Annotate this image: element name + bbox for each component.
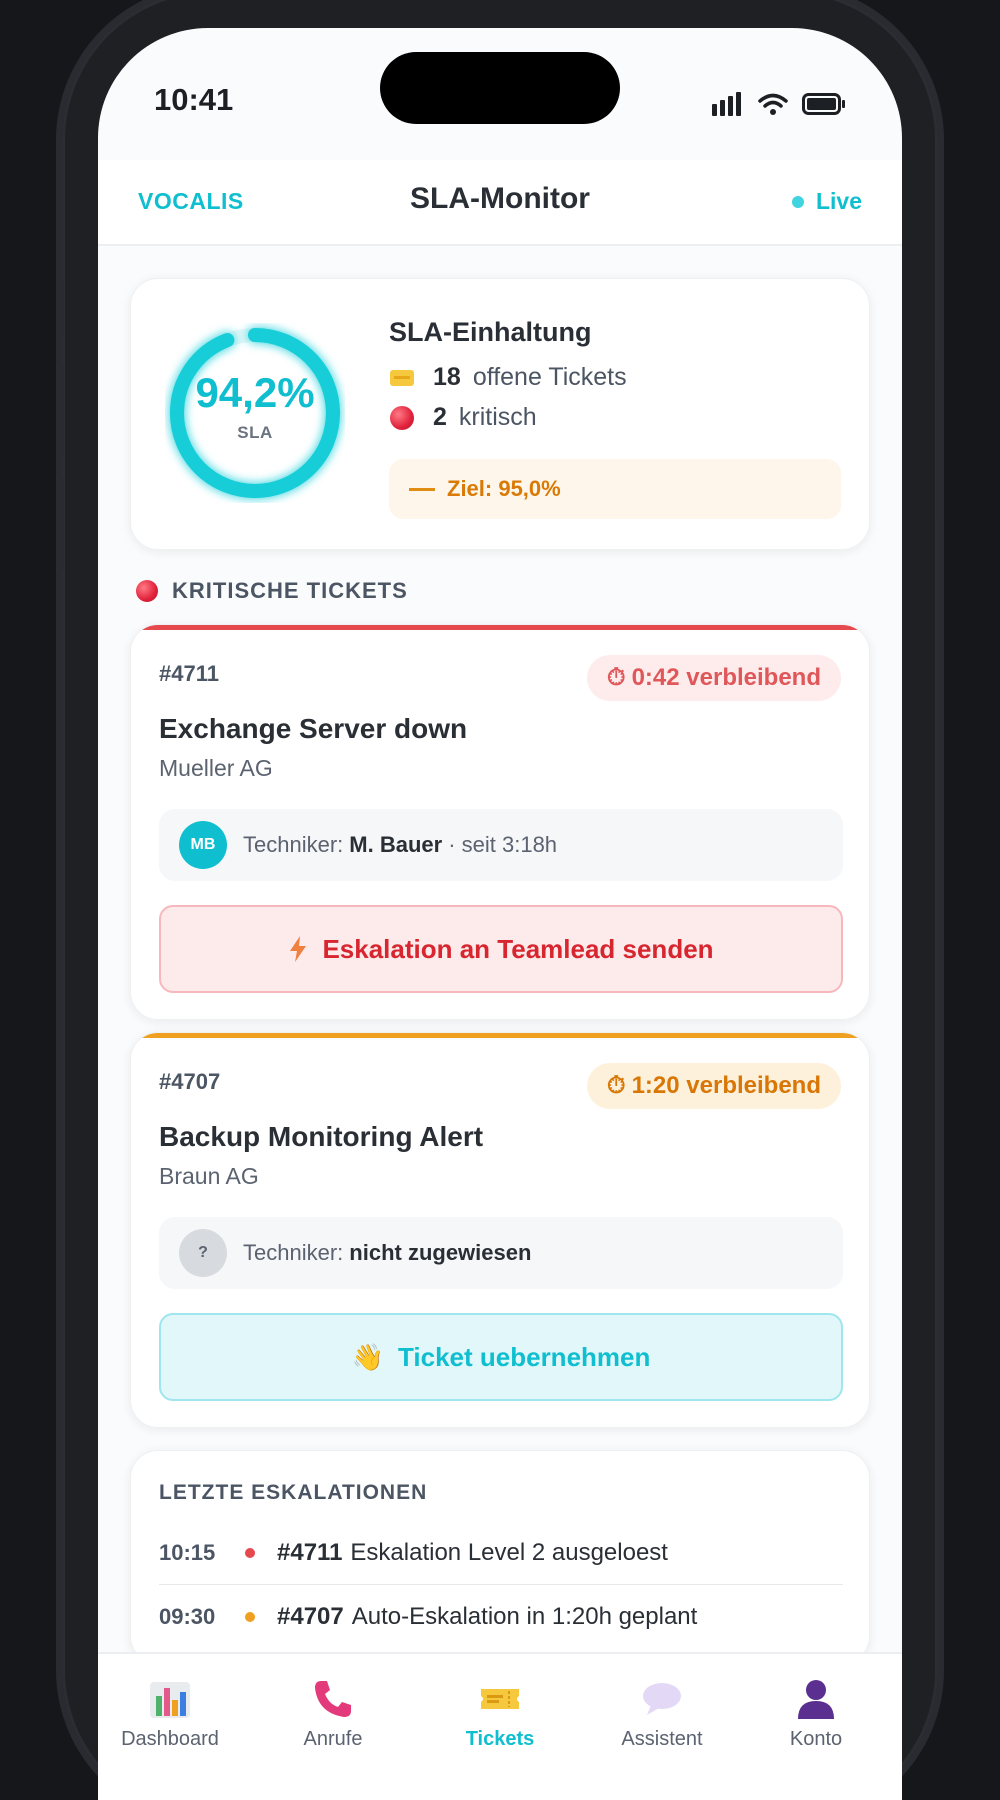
tab-anrufe[interactable]: Anrufe [263, 1676, 403, 1751]
escalations-card: LETZTE ESKALATIONEN 10:15 #4711 Eskalati… [130, 1450, 870, 1664]
bar-chart-icon [149, 1676, 191, 1722]
critical-row: 2 kritisch [389, 403, 537, 432]
ticket-id: #4707 [159, 1069, 221, 1094]
tech-name: M. Bauer [349, 832, 443, 857]
technician-box: MB Techniker: M. Bauer · seit 3:18h [159, 809, 843, 881]
escalation-text: Auto-Eskalation in 1:20h geplant [351, 1603, 698, 1630]
avatar: MB [179, 821, 227, 869]
phone-side-button [56, 280, 64, 336]
tab-konto[interactable]: Konto [746, 1676, 886, 1751]
tab-label: Konto [789, 1728, 843, 1750]
battery-icon [802, 93, 845, 115]
tech-suffix: · seit 3:18h [448, 832, 558, 857]
sla-value: 94,2% [195, 369, 315, 416]
ticket-icon [479, 1676, 521, 1722]
red-circle-icon [389, 405, 415, 430]
phone-side-button [56, 362, 64, 458]
escalation-item[interactable]: 09:30 #4707 Auto-Eskalation in 1:20h gep… [159, 1585, 843, 1649]
app-header: VOCALIS SLA-Monitor Live [98, 160, 902, 246]
live-label: Live [815, 188, 862, 214]
tech-prefix: Techniker: [243, 832, 344, 857]
sla-title: SLA-Einhaltung [389, 317, 592, 347]
dynamic-island [380, 52, 620, 124]
escalation-time: 09:30 [159, 1604, 216, 1629]
ticket-company: Mueller AG [159, 755, 273, 781]
ticket-icon [389, 369, 415, 386]
ticket-id: #4711 [159, 661, 219, 686]
escalation-ticket: #4707 [277, 1603, 344, 1630]
sla-summary-card: 94,2% SLA SLA-Einhaltung 18 offene Ticke… [130, 278, 870, 550]
time-remaining-badge: ⏱ 0:42 verbleibend [586, 655, 841, 701]
sla-goal-label: Ziel: 95,0% [447, 476, 561, 501]
phone-screen: 10:41 VOCALIS SLA-Monitor Live 94,2% SLA… [98, 28, 902, 1800]
stopwatch-icon: ⏱ [606, 1072, 626, 1099]
tab-label: Anrufe [303, 1728, 363, 1750]
critical-section-label: KRITISCHE TICKETS [136, 578, 408, 604]
status-dot-icon [245, 1547, 255, 1558]
phone-icon [312, 1676, 354, 1722]
tech-prefix: Techniker: [243, 1240, 344, 1265]
tab-dashboard[interactable]: Dashboard [100, 1676, 240, 1751]
sla-ring-label: SLA [237, 423, 273, 442]
take-ticket-button[interactable]: 👋 Ticket uebernehmen [159, 1313, 843, 1401]
escalations-title: LETZTE ESKALATIONEN [159, 1481, 428, 1504]
lightning-icon [288, 935, 308, 963]
critical-label: kritisch [458, 403, 537, 431]
user-icon [795, 1676, 837, 1722]
tab-label: Assistent [621, 1728, 703, 1750]
cellular-signal-icon [712, 92, 741, 116]
phone-side-button [56, 476, 64, 572]
tech-name: nicht zugewiesen [349, 1240, 532, 1265]
ticket-title: Backup Monitoring Alert [159, 1121, 484, 1152]
escalation-time: 10:15 [159, 1539, 216, 1565]
ticket-company: Braun AG [159, 1163, 259, 1189]
live-indicator: Live [791, 188, 862, 215]
critical-count: 2 [433, 403, 447, 431]
escalate-button[interactable]: Eskalation an Teamlead senden [159, 905, 843, 993]
ticket-title: Exchange Server down [159, 713, 468, 744]
tab-assistent[interactable]: Assistent [592, 1676, 732, 1751]
avatar: ? [179, 1229, 227, 1277]
escalation-item[interactable]: 10:15 #4711 Eskalation Level 2 ausgeloes… [159, 1521, 843, 1585]
ticket-card[interactable]: #4711 ⏱ 0:42 verbleibend Exchange Server… [130, 624, 870, 1020]
sla-goal-box: Ziel: 95,0% [389, 459, 841, 519]
technician-box: ? Techniker: nicht zugewiesen [159, 1217, 843, 1289]
ticket-accent-bar [131, 1033, 869, 1038]
page-title: SLA-Monitor [410, 182, 590, 215]
wifi-icon [758, 93, 788, 115]
tab-tickets[interactable]: Tickets [430, 1676, 570, 1751]
speech-bubble-icon [641, 1676, 683, 1722]
red-circle-icon [136, 580, 158, 602]
stopwatch-icon: ⏱ [606, 664, 626, 691]
open-tickets-row: 18 offene Tickets [389, 363, 627, 392]
sla-ring: 94,2% SLA [165, 323, 345, 503]
status-icons [712, 92, 846, 116]
status-time: 10:41 [154, 82, 234, 117]
escalation-text: Eskalation Level 2 ausgeloest [350, 1538, 668, 1566]
live-dot-icon [791, 195, 804, 208]
status-dot-icon [245, 1612, 255, 1622]
tab-label: Dashboard [121, 1728, 219, 1750]
ticket-accent-bar [131, 625, 869, 630]
time-remaining-badge: ⏱ 1:20 verbleibend [586, 1063, 841, 1109]
ticket-card[interactable]: #4707 ⏱ 1:20 verbleibend Backup Monitori… [130, 1032, 870, 1428]
open-count: 18 [433, 363, 461, 391]
tab-label: Tickets [465, 1728, 535, 1750]
goal-dash-icon [409, 487, 435, 491]
waving-hand-icon: 👋 [351, 1341, 384, 1372]
open-label: offene Tickets [472, 363, 627, 391]
bottom-tab-bar: Dashboard Anrufe Tickets Assistent Konto [98, 1652, 902, 1800]
escalation-ticket: #4711 [277, 1538, 343, 1566]
phone-side-button [936, 360, 944, 520]
